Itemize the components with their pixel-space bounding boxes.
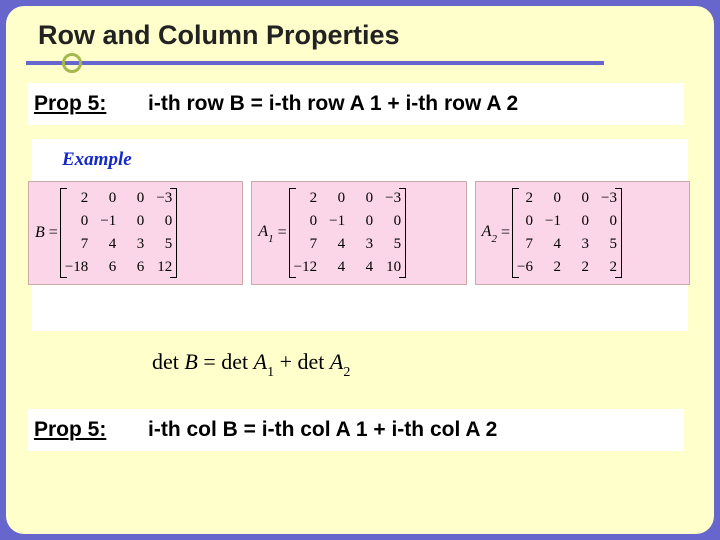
- cell: 0: [329, 190, 345, 207]
- cell: 4: [545, 236, 561, 253]
- cell: 6: [100, 259, 116, 276]
- cell: 0: [517, 213, 533, 230]
- cell: −6: [517, 259, 533, 276]
- cell: 7: [517, 236, 533, 253]
- det-var: B: [184, 349, 197, 374]
- matrix-A1: A1 = 200−3 0−100 7435 −124410: [251, 181, 466, 285]
- prop-label-bottom: Prop 5:: [28, 418, 148, 442]
- cell: 12: [156, 259, 172, 276]
- matrix-grid: 200−3 0−100 7435 −124410: [294, 190, 401, 276]
- cell: 3: [357, 236, 373, 253]
- prop-text-top: i-th row B = i-th row A 1 + i-th row A 2: [148, 92, 684, 116]
- cell: 5: [385, 236, 401, 253]
- matrix-name: B: [35, 224, 45, 242]
- cell: 4: [329, 259, 345, 276]
- cell: 10: [385, 259, 401, 276]
- matrices-row: B = 200−3 0−100 7435 −186612 A1 = 200−3: [28, 181, 690, 285]
- matrix-grid: 200−3 0−100 7435 −186612: [65, 190, 172, 276]
- cell: 0: [100, 190, 116, 207]
- det-text: + det: [274, 349, 330, 374]
- determinant-equation: det B = det A1 + det A2: [152, 349, 350, 379]
- matrix-name-letter: A: [258, 223, 268, 240]
- slide: Row and Column Properties Prop 5: i-th r…: [6, 6, 714, 534]
- cell: 0: [128, 213, 144, 230]
- cell: 0: [573, 213, 589, 230]
- example-zone: Example B = 200−3 0−100 7435 −186612 A1 …: [32, 139, 688, 399]
- cell: 4: [100, 236, 116, 253]
- cell: 0: [156, 213, 172, 230]
- cell: 7: [294, 236, 317, 253]
- matrix-B: B = 200−3 0−100 7435 −186612: [28, 181, 243, 285]
- matrix-A2: A2 = 200−3 0−100 7435 −6222: [475, 181, 690, 285]
- det-sub: 1: [267, 365, 274, 380]
- cell: 5: [601, 236, 617, 253]
- cell: 2: [65, 190, 88, 207]
- cell: 2: [545, 259, 561, 276]
- cell: −3: [385, 190, 401, 207]
- matrix-name: A1: [258, 223, 273, 243]
- cell: 4: [329, 236, 345, 253]
- prop-row-top: Prop 5: i-th row B = i-th row A 1 + i-th…: [28, 83, 684, 125]
- cell: 2: [517, 190, 533, 207]
- cell: 4: [357, 259, 373, 276]
- bullet-icon: [62, 53, 82, 73]
- cell: 7: [65, 236, 88, 253]
- cell: 0: [545, 190, 561, 207]
- example-label: Example: [62, 149, 132, 171]
- cell: 0: [128, 190, 144, 207]
- cell: 0: [357, 190, 373, 207]
- matrix-name-sub: 1: [268, 233, 274, 245]
- cell: 0: [65, 213, 88, 230]
- equals-sign: =: [49, 224, 58, 242]
- det-text: = det: [198, 349, 254, 374]
- cell: 6: [128, 259, 144, 276]
- bracket-icon: 200−3 0−100 7435 −186612: [60, 188, 177, 278]
- det-sub: 2: [343, 365, 350, 380]
- prop-row-bottom: Prop 5: i-th col B = i-th col A 1 + i-th…: [28, 409, 684, 451]
- bracket-icon: 200−3 0−100 7435 −124410: [289, 188, 406, 278]
- equals-sign: =: [278, 224, 287, 242]
- cell: −3: [601, 190, 617, 207]
- cell: 3: [573, 236, 589, 253]
- det-text: det: [152, 349, 184, 374]
- cell: −1: [329, 213, 345, 230]
- cell: 3: [128, 236, 144, 253]
- matrix-name-letter: A: [482, 223, 492, 240]
- page-title: Row and Column Properties: [6, 6, 714, 61]
- cell: 5: [156, 236, 172, 253]
- matrix-grid: 200−3 0−100 7435 −6222: [517, 190, 617, 276]
- cell: −1: [100, 213, 116, 230]
- bracket-icon: 200−3 0−100 7435 −6222: [512, 188, 622, 278]
- cell: 0: [294, 213, 317, 230]
- det-var: A: [254, 349, 267, 374]
- cell: −12: [294, 259, 317, 276]
- matrix-name: A2: [482, 223, 497, 243]
- cell: 0: [385, 213, 401, 230]
- cell: 0: [357, 213, 373, 230]
- cell: 2: [573, 259, 589, 276]
- det-var: A: [330, 349, 343, 374]
- cell: 2: [294, 190, 317, 207]
- matrix-name-sub: 2: [491, 233, 497, 245]
- divider: [26, 61, 604, 65]
- equals-sign: =: [501, 224, 510, 242]
- prop-text-bottom: i-th col B = i-th col A 1 + i-th col A 2: [148, 418, 684, 442]
- cell: −18: [65, 259, 88, 276]
- cell: −1: [545, 213, 561, 230]
- prop-label-top: Prop 5:: [28, 92, 148, 116]
- cell: 0: [573, 190, 589, 207]
- cell: 2: [601, 259, 617, 276]
- cell: −3: [156, 190, 172, 207]
- cell: 0: [601, 213, 617, 230]
